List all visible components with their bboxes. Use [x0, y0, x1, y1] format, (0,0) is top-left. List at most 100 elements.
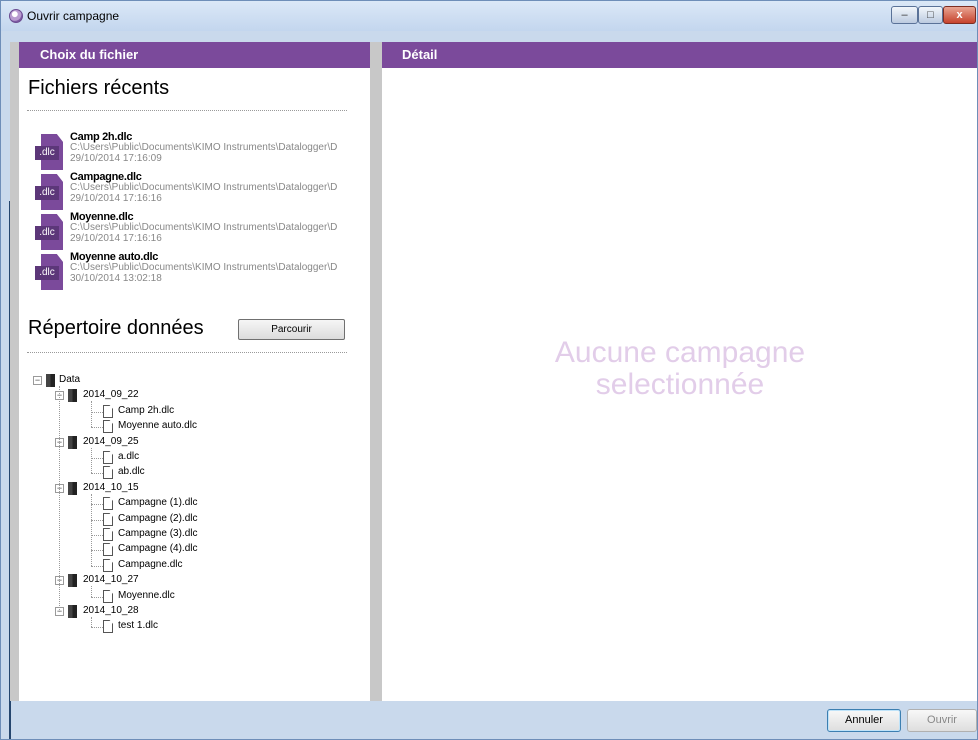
collapse-icon[interactable]: − — [33, 376, 42, 385]
tree-file-label: Campagne (4).dlc — [118, 543, 198, 554]
tree-file-node[interactable]: Moyenne auto.dlc — [87, 420, 247, 434]
tree-folder-node[interactable]: −2014_09_25 — [55, 436, 195, 450]
folder-icon — [68, 605, 77, 618]
tree-connector — [91, 550, 103, 551]
document-icon — [103, 497, 113, 510]
tree-file-node[interactable]: Campagne (2).dlc — [87, 513, 247, 527]
recent-file-path: C:\Users\Public\Documents\KIMO Instrumen… — [70, 142, 338, 153]
tree-connector — [91, 448, 92, 473]
tree-file-label: Campagne (1).dlc — [118, 497, 198, 508]
minimize-button[interactable]: – — [891, 6, 918, 24]
tree-connector — [91, 586, 92, 597]
tree-folder-label: 2014_09_22 — [83, 389, 139, 400]
detail-panel: Détail Aucune campagne selectionnée — [382, 42, 977, 701]
file-choice-panel: Choix du fichier Fichiers récents .dlc Ca… — [19, 42, 370, 701]
tree-file-node[interactable]: test 1.dlc — [87, 620, 247, 634]
document-icon — [103, 543, 113, 556]
recent-file-path: C:\Users\Public\Documents\KIMO Instrumen… — [70, 182, 338, 193]
recent-file-date: 29/10/2014 17:16:09 — [70, 153, 162, 164]
divider — [27, 352, 347, 353]
tree-root-node[interactable]: − Data — [33, 374, 153, 388]
tree-folder-node[interactable]: −2014_09_22 — [55, 389, 195, 403]
data-directory-title: Répertoire données — [28, 317, 204, 339]
file-choice-header: Choix du fichier — [19, 42, 370, 68]
close-button[interactable]: x — [943, 6, 976, 24]
file-icon-label: .dlc — [35, 266, 59, 280]
tree-file-node[interactable]: Campagne (3).dlc — [87, 528, 247, 542]
tree-connector — [91, 504, 103, 505]
tree-file-node[interactable]: ab.dlc — [87, 466, 247, 480]
tree-connector — [91, 412, 103, 413]
recent-file-date: 29/10/2014 17:16:16 — [70, 193, 162, 204]
file-icon-label: .dlc — [35, 146, 59, 160]
tree-file-label: test 1.dlc — [118, 620, 159, 631]
detail-header: Détail — [382, 42, 977, 68]
tree-connector — [91, 494, 92, 566]
tree-connector — [91, 627, 103, 628]
tree-file-label: Moyenne auto.dlc — [118, 420, 197, 431]
tree-file-node[interactable]: Campagne (1).dlc — [87, 497, 247, 511]
recent-file-item[interactable]: .dlc Camp 2h.dlc C:\Users\Public\Documents… — [35, 131, 365, 171]
tree-folder-label: 2014_10_28 — [83, 605, 139, 616]
tree-connector — [91, 520, 103, 521]
directory-tree: − Data −2014_09_22 Camp 2h.dlc Moyenne auto.… — [33, 372, 353, 672]
placeholder-line-1: Aucune campagne — [554, 336, 806, 369]
tree-file-node[interactable]: Campagne.dlc — [87, 559, 247, 573]
dlc-file-icon: .dlc — [35, 174, 65, 210]
cancel-button[interactable]: Annuler — [827, 709, 901, 732]
tree-connector — [91, 473, 103, 474]
window-title: Ouvrir campagne — [27, 9, 120, 23]
tree-file-label: Camp 2h.dlc — [118, 405, 175, 416]
tree-connector — [59, 386, 60, 612]
tree-folder-label: 2014_10_15 — [83, 482, 139, 493]
document-icon — [103, 420, 113, 433]
open-button[interactable]: Ouvrir — [907, 709, 977, 732]
tree-folder-node[interactable]: −2014_10_28 — [55, 605, 195, 619]
folder-icon — [68, 389, 77, 402]
tree-folder-label: 2014_10_27 — [83, 574, 139, 585]
dlc-file-icon: .dlc — [35, 254, 65, 290]
tree-file-label: a.dlc — [118, 451, 140, 462]
no-campaign-placeholder: Aucune campagne selectionnée — [382, 336, 977, 401]
maximize-button[interactable]: □ — [918, 6, 943, 24]
tree-file-node[interactable]: Moyenne.dlc — [87, 590, 247, 604]
document-icon — [103, 528, 113, 541]
tree-file-label: Campagne (3).dlc — [118, 528, 198, 539]
tree-connector — [91, 427, 103, 428]
tree-file-node[interactable]: a.dlc — [87, 451, 247, 465]
document-icon — [103, 590, 113, 603]
recent-file-path: C:\Users\Public\Documents\KIMO Instrumen… — [70, 262, 338, 273]
title-bar[interactable]: Ouvrir campagne – □ x — [1, 1, 977, 31]
document-icon — [103, 451, 113, 464]
tree-connector — [91, 401, 92, 427]
browse-button[interactable]: Parcourir — [238, 319, 345, 340]
app-icon — [9, 9, 23, 23]
placeholder-line-2: selectionnée — [595, 368, 765, 401]
document-icon — [103, 466, 113, 479]
recent-file-item[interactable]: .dlc Moyenne.dlc C:\Users\Public\Documents… — [35, 211, 365, 251]
tree-folder-node[interactable]: −2014_10_15 — [55, 482, 195, 496]
tree-file-label: ab.dlc — [118, 466, 145, 477]
recent-files-title: Fichiers récents — [28, 77, 170, 99]
document-icon — [103, 559, 113, 572]
recent-file-path: C:\Users\Public\Documents\KIMO Instrumen… — [70, 222, 338, 233]
divider — [27, 110, 347, 111]
tree-folder-label: 2014_09_25 — [83, 436, 139, 447]
tree-folder-node[interactable]: −2014_10_27 — [55, 574, 195, 588]
tree-file-node[interactable]: Campagne (4).dlc — [87, 543, 247, 557]
tree-file-label: Campagne (2).dlc — [118, 513, 198, 524]
recent-file-item[interactable]: .dlc Moyenne auto.dlc C:\Users\Public\Docu… — [35, 251, 365, 291]
folder-icon — [68, 482, 77, 495]
recent-file-item[interactable]: .dlc Campagne.dlc C:\Users\Public\Document… — [35, 171, 365, 211]
recent-file-date: 29/10/2014 17:16:16 — [70, 233, 162, 244]
dialog-window: Ouvrir campagne – □ x Choix du fichier F… — [0, 0, 978, 740]
tree-connector — [91, 458, 103, 459]
file-icon-label: .dlc — [35, 186, 59, 200]
tree-connector — [91, 566, 103, 567]
tree-connector — [91, 597, 103, 598]
tree-file-label: Moyenne.dlc — [118, 590, 175, 601]
tree-file-node[interactable]: Camp 2h.dlc — [87, 405, 247, 419]
folder-icon — [46, 374, 55, 387]
document-icon — [103, 405, 113, 418]
tree-file-label: Campagne.dlc — [118, 559, 183, 570]
